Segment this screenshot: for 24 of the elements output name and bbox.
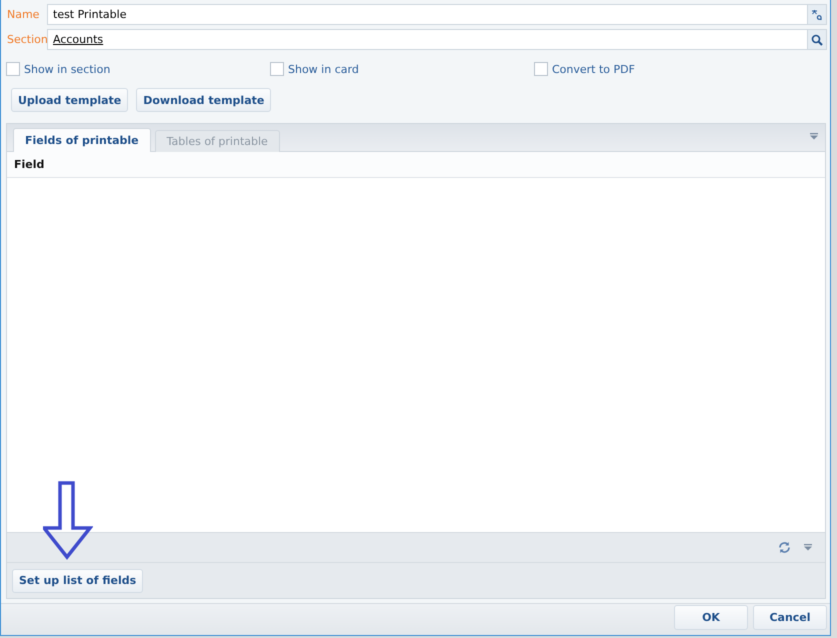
checkbox-box[interactable] xyxy=(6,62,20,76)
search-button[interactable] xyxy=(807,30,826,49)
checkbox-box[interactable] xyxy=(270,62,284,76)
search-icon xyxy=(811,34,823,46)
dropdown-icon[interactable] xyxy=(803,544,813,551)
tab[interactable]: Fields of printable xyxy=(13,128,151,152)
input-field[interactable]: test Printable xyxy=(47,4,827,25)
translate-button[interactable] xyxy=(807,5,826,24)
field-label: Name xyxy=(6,8,40,21)
checkbox[interactable]: Show in section xyxy=(6,62,270,76)
template-button[interactable]: Download template xyxy=(136,88,272,112)
column-header[interactable]: Field xyxy=(14,158,44,171)
translate-icon xyxy=(810,8,824,20)
dialog-button[interactable]: Cancel xyxy=(753,605,827,630)
field-label: Section xyxy=(6,33,47,46)
template-button[interactable]: Upload template xyxy=(11,88,128,112)
checkbox[interactable]: Convert to PDF xyxy=(534,62,635,76)
dropdown-icon[interactable] xyxy=(809,133,819,140)
refresh-icon[interactable] xyxy=(778,541,791,554)
checkbox[interactable]: Show in card xyxy=(270,62,534,76)
setup-button[interactable]: Set up list of fields xyxy=(12,568,144,592)
dialog-button[interactable]: OK xyxy=(674,605,748,630)
lookup-field[interactable]: Accounts xyxy=(47,29,827,50)
checkbox-box[interactable] xyxy=(534,62,548,76)
